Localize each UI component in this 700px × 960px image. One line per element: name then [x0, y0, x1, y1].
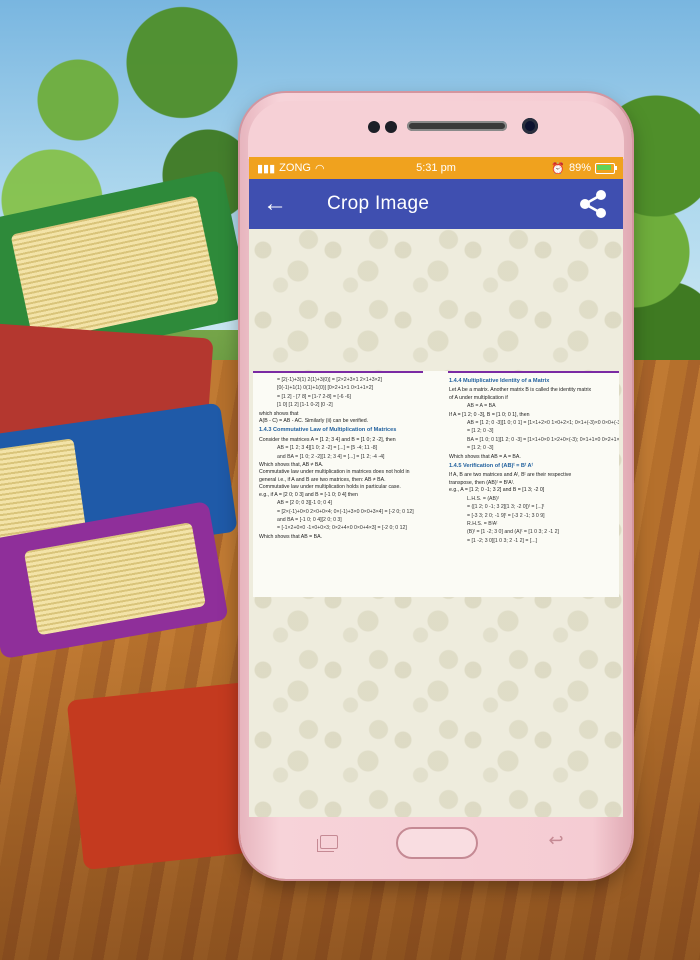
carrier-name: ZONG — [279, 162, 311, 174]
book-pages — [10, 195, 220, 343]
share-icon[interactable] — [577, 188, 609, 220]
document-line: of A under multiplication if — [449, 394, 508, 401]
document-line: = [1 -2; 3 0][1 0 3; 2 -1 2] = [...] — [467, 537, 538, 544]
document-line: Which shows that, AB ≠ BA. — [259, 462, 324, 469]
battery-icon — [595, 162, 617, 174]
document-line: Commutative law under multiplication in … — [259, 469, 410, 476]
document-line: If A = [1 2; 0 -3], B = [1 0; 0 1], then — [449, 411, 530, 418]
sensor-icon — [368, 121, 380, 133]
phone-frame: ▮▮▮ ZONG ◠ 5:31 pm ⏰ 89% ← Crop Image = … — [240, 93, 632, 879]
document-text-block: = [2(-1)+3(1) 2(1)+3(0)] = [2×2+3×1 2×1+… — [259, 377, 429, 425]
document-line: = [-3 3; 2 0; -1 9]ᵗ = [-3 2 -1; 3 0 9] — [467, 512, 545, 519]
arrow-left-icon[interactable]: ← — [263, 192, 293, 216]
document-line: R.H.S. = BᵗAᵗ — [467, 520, 498, 527]
document-line: = [2×(-1)+0×0 2×0+0×4; 0×(-1)+3×0 0×0+3×… — [277, 508, 414, 515]
sensor-icon — [385, 121, 397, 133]
earpiece-speaker — [407, 121, 507, 131]
battery-percent: 89% — [568, 162, 591, 174]
divider — [253, 371, 423, 373]
divider — [448, 371, 619, 373]
section-heading: 1.4.4 Multiplicative Identity of a Matri… — [449, 378, 550, 384]
document-line: which shows that — [259, 410, 299, 417]
document-right-column: 1.4.4 Multiplicative Identity of a Matri… — [449, 376, 619, 546]
section-heading: 1.4.5 Verification of (AB)ᵗ = Bᵗ Aᵗ — [449, 463, 533, 470]
back-nav-icon[interactable]: ↩ — [544, 831, 568, 849]
document-line: L.H.S. = (AB)ᵗ — [467, 495, 499, 502]
document-line: = [2(-1)+3(1) 2(1)+3(0)] = [2×2+3×1 2×1+… — [277, 377, 382, 383]
status-right: ⏰ 89% — [551, 162, 617, 175]
document-line: Let A be a matrix. Another matrix B is c… — [449, 387, 592, 394]
phone-screen: ▮▮▮ ZONG ◠ 5:31 pm ⏰ 89% ← Crop Image = … — [249, 157, 623, 817]
document-line: If A, B are two matrices and Aᵗ, Bᵗ are … — [449, 472, 572, 479]
document-image[interactable]: = [2(-1)+3(1) 2(1)+3(0)] = [2×2+3×1 2×1+… — [253, 371, 619, 597]
document-line: Commutative law under multiplication hol… — [259, 484, 401, 491]
crop-canvas[interactable]: = [2(-1)+3(1) 2(1)+3(0)] = [2×2+3×1 2×1+… — [249, 229, 623, 817]
signal-icon: ▮▮▮ — [257, 162, 276, 175]
home-button[interactable] — [396, 827, 478, 859]
document-line: and BA = [1 0; 2 -2][1 2; 3 4] = [...] =… — [277, 453, 385, 460]
section-heading: 1.4.3 Commutative Law of Multiplication … — [259, 427, 397, 434]
document-line: AB = [2 0; 0 3][-1 0; 0 4] — [277, 500, 332, 507]
document-line: = [1 2; 0 -3] — [467, 445, 494, 452]
document-line: Which shows that AB = A = BA. — [449, 453, 521, 460]
document-line: BA = [1 0; 0 1][1 2; 0 -3] = [1×1+0×0 1×… — [467, 436, 619, 443]
document-line: Which shows that AB = BA. — [259, 533, 322, 540]
document-line: Consider the matrices A = [1 2; 3 4] and… — [259, 436, 396, 443]
document-left-column: = [2(-1)+3(1) 2(1)+3(0)] = [2×2+3×1 2×1+… — [259, 376, 429, 541]
document-line: e.g., A = [1 2; 0 -1; 3 2] and B = [1 3;… — [449, 487, 545, 494]
book-pages — [23, 522, 207, 636]
document-line: (B)ᵗ = [1 -2; 3 0] and (A)ᵗ = [1 0 3; 2 … — [467, 529, 559, 536]
document-line: [0(-1)+1(1) 0(1)+1(0)] [0×2+1×1 0×1+1×2] — [277, 385, 374, 392]
alarm-icon: ⏰ — [551, 162, 565, 175]
document-text-block: If A, B are two matrices and Aᵗ, Bᵗ are … — [449, 472, 619, 545]
document-line: AB = A = BA — [467, 403, 496, 410]
document-text-block: Consider the matrices A = [1 2; 3 4] and… — [259, 437, 429, 541]
navigation-bar: ↩ — [248, 817, 624, 871]
phone-top-bezel — [248, 101, 624, 159]
app-toolbar: ← Crop Image — [249, 179, 623, 229]
document-line: = [1 2; 0 -3] — [467, 428, 494, 435]
document-line: e.g., if A = [2 0; 0 3] and B = [-1 0; 0… — [259, 491, 358, 498]
toolbar-title: Crop Image — [327, 193, 430, 214]
document-line: AB = [1 2; 3 4][1 0; 2 -2] = [...] = [5 … — [277, 445, 378, 452]
front-camera-icon — [522, 118, 538, 134]
document-text-block: Let A be a matrix. Another matrix B is c… — [449, 387, 619, 461]
document-line: A(B - C) = AB - AC. Similarly (ii) can b… — [259, 418, 369, 425]
document-line: transpose, then (AB)ᵗ = BᵗAᵗ. — [449, 479, 515, 486]
document-line: general i.e., if A and B are two matrice… — [259, 476, 386, 483]
status-left: ▮▮▮ ZONG ◠ — [257, 162, 325, 175]
document-line: = ([1 2; 0 -1; 3 2][1 3; -2 0])ᵗ = [...]… — [467, 504, 545, 511]
wifi-icon: ◠ — [314, 162, 325, 175]
document-line: AB = [1 2; 0 -3][1 0; 0 1] = [1×1+2×0 1×… — [467, 420, 619, 427]
recent-apps-icon[interactable] — [317, 835, 338, 852]
document-line: = [-1×2+0×0 -1×0+0×3; 0×2+4×0 0×0+4×3] =… — [277, 525, 407, 532]
document-line: and BA = [-1 0; 0 4][2 0; 0 3] — [277, 516, 342, 523]
status-bar: ▮▮▮ ZONG ◠ 5:31 pm ⏰ 89% — [249, 157, 623, 179]
document-line: = [1 2] - [7 8] = [1-7 2-8] = [-6 -6] — [277, 393, 351, 400]
document-line: [1 0] [1 2] [1-1 0-2] [0 -2] — [277, 402, 333, 409]
